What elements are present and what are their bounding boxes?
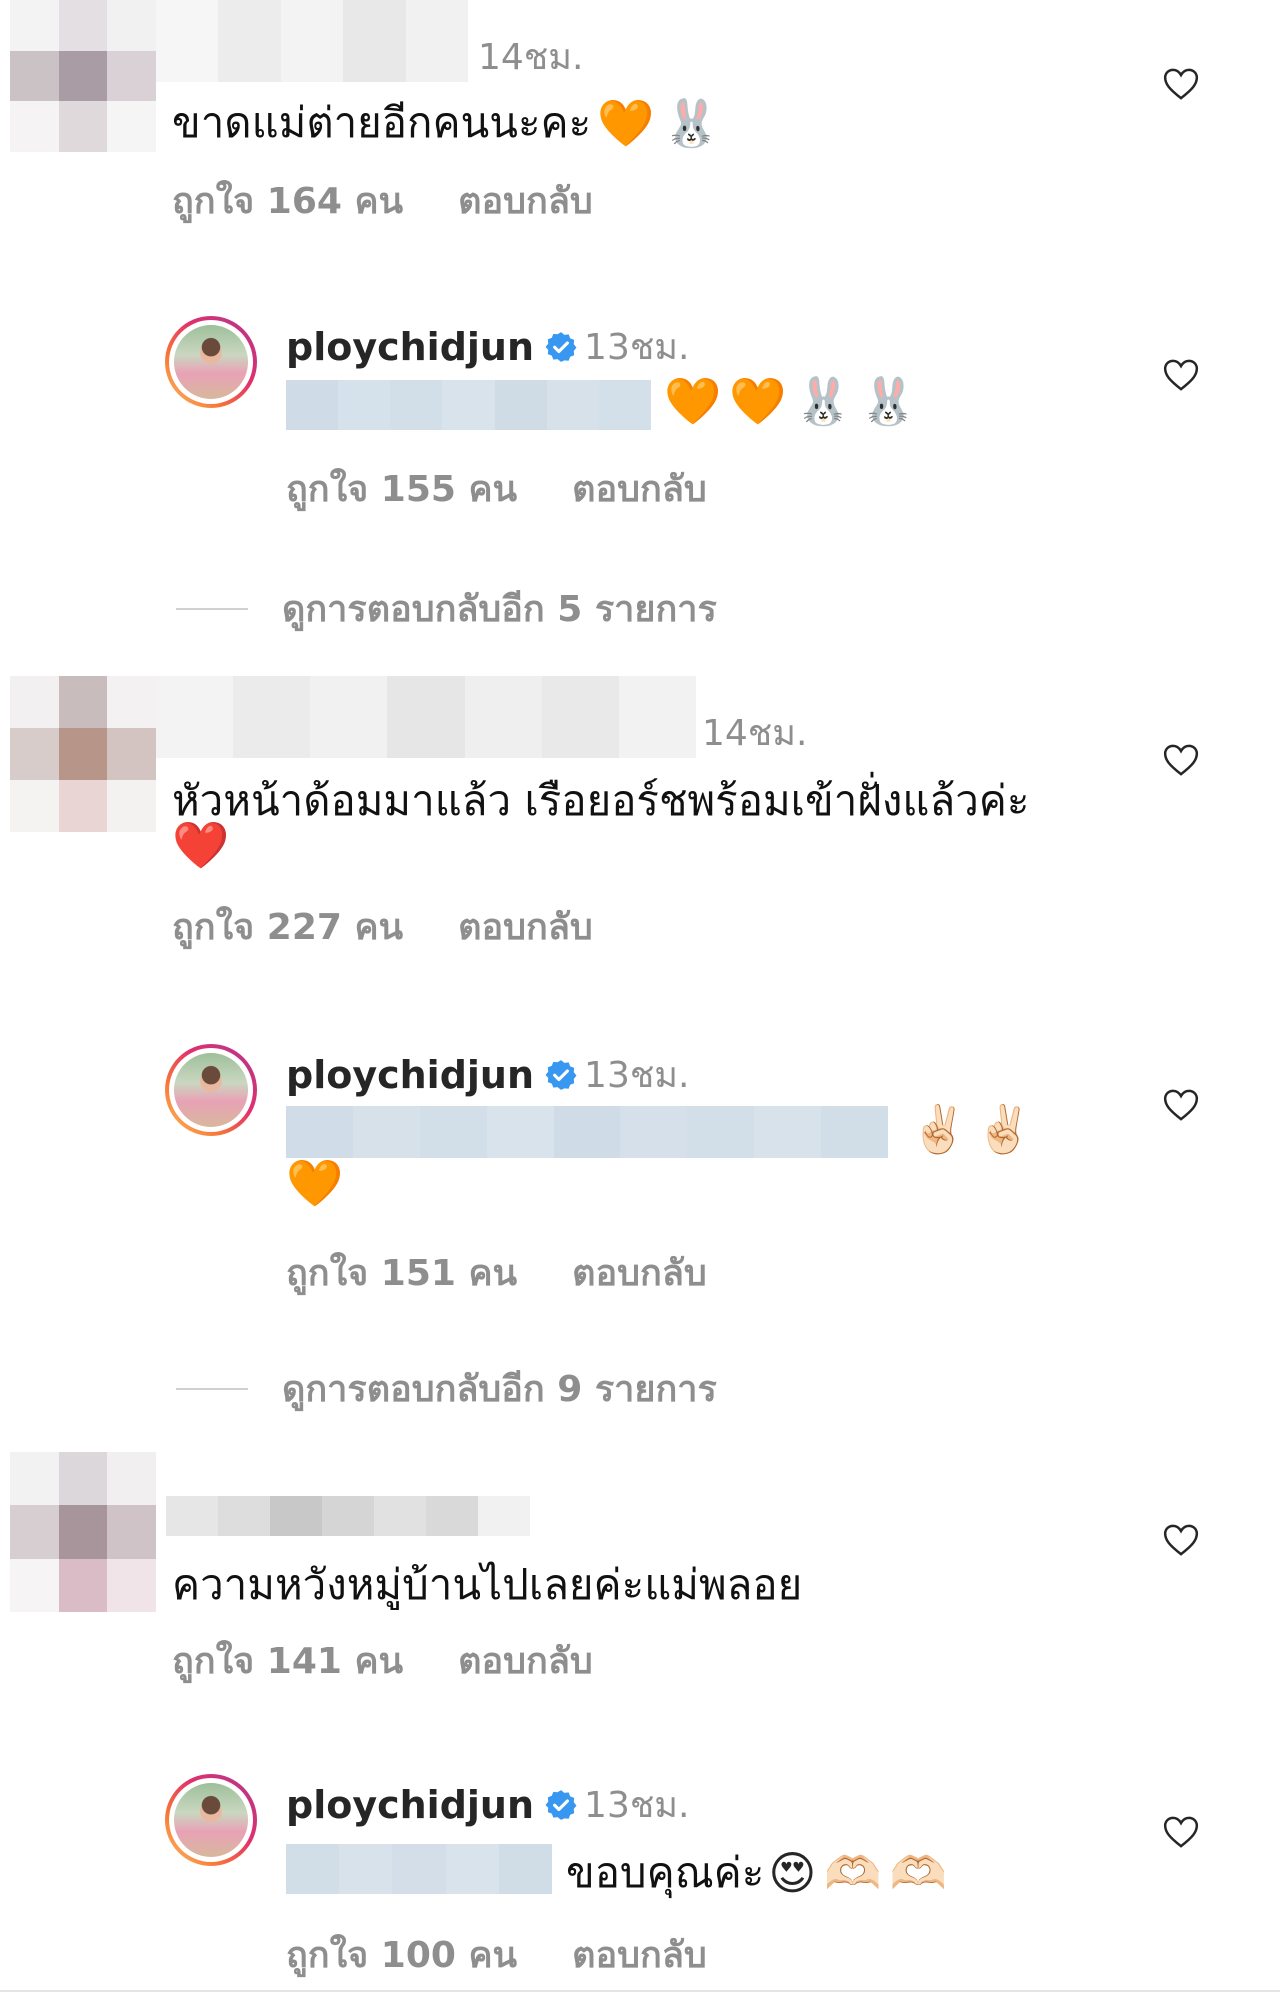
reply-text: ขอบคุณค่ะ bbox=[566, 1848, 765, 1897]
like-heart-icon[interactable] bbox=[1160, 740, 1202, 780]
view-more-label: ดูการตอบกลับอีก 9 รายการ bbox=[282, 1369, 717, 1410]
avatar[interactable] bbox=[165, 1774, 257, 1866]
comment-emoji: 🧡🐰 bbox=[597, 96, 728, 150]
reply-emoji-line-2: 🧡 bbox=[286, 1156, 352, 1210]
blurred-mention bbox=[286, 380, 651, 430]
like-heart-icon[interactable] bbox=[1160, 1085, 1202, 1125]
like-heart-icon[interactable] bbox=[1160, 355, 1202, 395]
reply-button[interactable]: ตอบกลับ bbox=[458, 181, 593, 222]
view-more-replies[interactable]: ดูการตอบกลับอีก 9 รายการ bbox=[176, 1360, 717, 1417]
like-heart-icon[interactable] bbox=[1160, 1812, 1202, 1852]
blurred-username bbox=[156, 676, 696, 758]
avatar[interactable] bbox=[165, 316, 257, 408]
likes-count[interactable]: ถูกใจ 164 คน bbox=[172, 181, 403, 222]
reply-button[interactable]: ตอบกลับ bbox=[458, 1641, 593, 1682]
reply-time: 13ชม. bbox=[584, 1785, 690, 1826]
view-more-label: ดูการตอบกลับอีก 5 รายการ bbox=[282, 589, 717, 630]
username[interactable]: ploychidjun bbox=[286, 325, 534, 369]
blurred-avatar bbox=[10, 0, 156, 152]
blurred-username bbox=[166, 1496, 530, 1536]
blurred-avatar bbox=[10, 676, 156, 832]
bottom-divider bbox=[0, 1990, 1280, 1992]
reply-emoji: 🧡🧡🐰🐰 bbox=[664, 374, 926, 428]
likes-count[interactable]: ถูกใจ 155 คน bbox=[286, 469, 517, 510]
comment-text: ขาดแม่ต่ายอีกคนนะคะ bbox=[172, 98, 592, 147]
comment-time: 14ชม. bbox=[702, 713, 808, 754]
blurred-mention bbox=[286, 1844, 553, 1894]
view-more-replies[interactable]: ดูการตอบกลับอีก 5 รายการ bbox=[176, 580, 717, 637]
reply-time: 13ชม. bbox=[584, 1055, 690, 1096]
reply-button[interactable]: ตอบกลับ bbox=[572, 469, 707, 510]
reply-button[interactable]: ตอบกลับ bbox=[458, 907, 593, 948]
blurred-username bbox=[156, 0, 469, 82]
reply-emoji: ✌🏻✌🏻 bbox=[910, 1102, 1041, 1156]
comment-text: หัวหน้าด้อมมาแล้ว เรือยอร์ชพร้อมเข้าฝั่ง… bbox=[172, 776, 1030, 825]
verified-badge-icon bbox=[545, 1789, 577, 1820]
reply-button[interactable]: ตอบกลับ bbox=[572, 1253, 707, 1294]
comment-emoji: ❤️ bbox=[172, 818, 238, 872]
divider-line bbox=[176, 1387, 248, 1390]
blurred-avatar bbox=[10, 1452, 156, 1612]
username[interactable]: ploychidjun bbox=[286, 1783, 534, 1827]
like-heart-icon[interactable] bbox=[1160, 1520, 1202, 1560]
likes-count[interactable]: ถูกใจ 100 คน bbox=[286, 1935, 517, 1976]
username[interactable]: ploychidjun bbox=[286, 1053, 534, 1097]
reply-button[interactable]: ตอบกลับ bbox=[572, 1935, 707, 1976]
likes-count[interactable]: ถูกใจ 141 คน bbox=[172, 1641, 403, 1682]
blurred-mention bbox=[286, 1106, 889, 1158]
verified-badge-icon bbox=[545, 331, 577, 362]
reply-emoji: 😍🫶🏻🫶🏻 bbox=[768, 1846, 955, 1900]
reply-time: 13ชม. bbox=[584, 327, 690, 368]
likes-count[interactable]: ถูกใจ 151 คน bbox=[286, 1253, 517, 1294]
like-heart-icon[interactable] bbox=[1160, 64, 1202, 104]
divider-line bbox=[176, 607, 248, 610]
avatar[interactable] bbox=[165, 1044, 257, 1136]
verified-badge-icon bbox=[545, 1059, 577, 1090]
comment-time: 14ชม. bbox=[478, 37, 584, 78]
comment-text: ความหวังหมู่บ้านไปเลยค่ะแม่พลอย bbox=[172, 1560, 803, 1609]
likes-count[interactable]: ถูกใจ 227 คน bbox=[172, 907, 403, 948]
